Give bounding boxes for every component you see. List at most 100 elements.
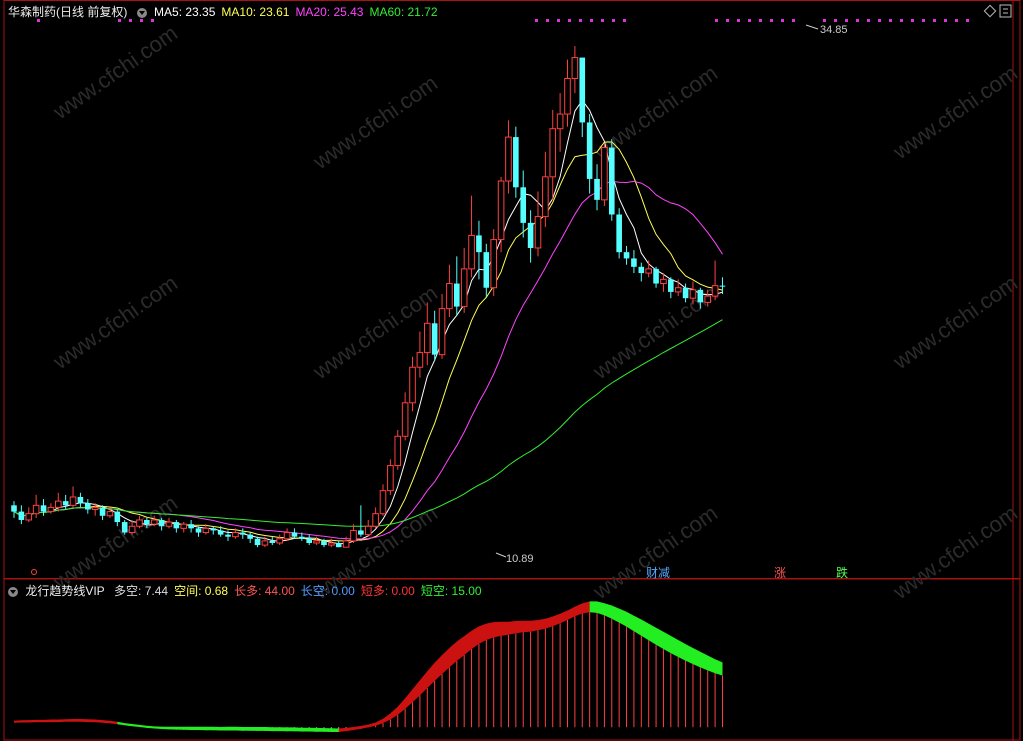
candlestick[interactable] bbox=[180, 522, 188, 533]
candlestick[interactable] bbox=[623, 245, 630, 265]
signal-dot bbox=[911, 19, 914, 22]
candlestick[interactable] bbox=[711, 260, 719, 301]
candlestick[interactable] bbox=[364, 519, 372, 537]
candlestick[interactable] bbox=[99, 505, 106, 520]
candlestick[interactable] bbox=[173, 519, 180, 533]
candlestick[interactable] bbox=[520, 170, 527, 238]
legend-value: 长多: 44.00 bbox=[234, 584, 295, 598]
candlestick[interactable] bbox=[247, 532, 253, 543]
candlestick[interactable] bbox=[483, 243, 490, 299]
candlestick[interactable] bbox=[534, 191, 542, 257]
candlestick[interactable] bbox=[77, 492, 84, 508]
candlestick[interactable] bbox=[269, 536, 276, 546]
legend-value: 空间: 0.68 bbox=[174, 584, 229, 598]
candlestick[interactable] bbox=[32, 494, 40, 518]
candlestick[interactable] bbox=[276, 534, 283, 546]
candlestick[interactable] bbox=[631, 250, 637, 274]
candlestick[interactable] bbox=[549, 109, 557, 200]
signal-dot bbox=[900, 19, 903, 22]
candlestick[interactable] bbox=[372, 507, 379, 529]
watermark-text: www.cfchi.com bbox=[588, 500, 722, 604]
ma-legend: MA5: 23.35 MA10: 23.61 MA20: 25.43 MA60: 21… bbox=[154, 5, 444, 19]
trend-ribbon bbox=[117, 721, 339, 732]
indicator-menu-icon[interactable] bbox=[8, 586, 18, 597]
signal-dot bbox=[878, 19, 881, 22]
candlestick[interactable] bbox=[291, 528, 298, 539]
candlestick[interactable] bbox=[210, 526, 217, 535]
signal-dot bbox=[715, 19, 718, 22]
candlestick[interactable] bbox=[25, 507, 33, 523]
candlestick[interactable] bbox=[476, 220, 482, 280]
candlestick[interactable] bbox=[564, 59, 571, 127]
candlestick[interactable] bbox=[379, 484, 387, 516]
legend-value: 长空: 0.00 bbox=[300, 584, 355, 598]
candlestick[interactable] bbox=[719, 277, 726, 294]
candlestick[interactable] bbox=[454, 256, 460, 315]
candlestick[interactable] bbox=[586, 114, 593, 194]
candlestick[interactable] bbox=[401, 392, 409, 441]
candlestick[interactable] bbox=[335, 540, 342, 548]
candlestick[interactable] bbox=[594, 164, 600, 211]
candlestick[interactable] bbox=[608, 139, 615, 221]
candlestick[interactable] bbox=[616, 208, 622, 259]
candlestick[interactable] bbox=[40, 499, 47, 516]
candlestick[interactable] bbox=[18, 505, 25, 525]
high-price-label: 34.85 bbox=[820, 24, 848, 36]
candlestick[interactable] bbox=[239, 528, 246, 539]
candlestick[interactable] bbox=[490, 229, 497, 297]
candlestick[interactable] bbox=[350, 524, 357, 543]
watermark-text: www.cfchi.com bbox=[48, 270, 182, 374]
menu-dropdown-icon[interactable] bbox=[136, 7, 147, 18]
candlestick[interactable] bbox=[601, 143, 608, 207]
candlestick[interactable] bbox=[121, 519, 128, 535]
trend-ribbon bbox=[14, 719, 118, 725]
signal-dot bbox=[535, 19, 538, 22]
candlestick[interactable] bbox=[69, 486, 77, 508]
candlestick[interactable] bbox=[254, 536, 261, 548]
signal-dot bbox=[623, 19, 626, 22]
candlestick[interactable] bbox=[556, 93, 564, 152]
low-price-label: 10.89 bbox=[506, 553, 534, 565]
signal-dot bbox=[966, 19, 969, 22]
trend-indicator-chart bbox=[14, 601, 723, 732]
scale-toggle-icon[interactable] bbox=[999, 4, 1012, 18]
candlestick[interactable] bbox=[497, 176, 505, 253]
signal-dot bbox=[856, 19, 859, 22]
signal-caijian: 财减 bbox=[646, 564, 670, 581]
candlestick[interactable] bbox=[306, 534, 312, 546]
legend-value: MA5: 23.35 bbox=[154, 5, 216, 19]
candlestick[interactable] bbox=[668, 277, 674, 299]
candlestick[interactable] bbox=[358, 505, 364, 537]
candlestick[interactable] bbox=[409, 356, 416, 412]
candlestick[interactable] bbox=[513, 126, 519, 198]
candlestick[interactable] bbox=[653, 266, 659, 288]
candlestick[interactable] bbox=[446, 264, 453, 318]
candlestick[interactable] bbox=[571, 46, 579, 94]
candlestick[interactable] bbox=[527, 210, 534, 263]
candlestick[interactable] bbox=[188, 519, 194, 533]
signal-zhang-text: 涨 bbox=[774, 566, 787, 580]
candlestick[interactable] bbox=[283, 528, 291, 541]
candlestick[interactable] bbox=[460, 247, 468, 313]
candlestick[interactable] bbox=[431, 310, 438, 361]
candlestick[interactable] bbox=[645, 260, 652, 278]
candlestick[interactable] bbox=[85, 499, 91, 514]
candlestick[interactable] bbox=[579, 57, 586, 138]
candlestick[interactable] bbox=[394, 430, 402, 470]
signal-dot bbox=[834, 19, 837, 22]
settings-diamond-icon[interactable] bbox=[983, 4, 997, 18]
candlestick[interactable] bbox=[438, 294, 446, 359]
candlestick[interactable] bbox=[11, 501, 17, 518]
signal-dot bbox=[601, 19, 604, 22]
candlestick[interactable] bbox=[387, 459, 394, 495]
main-panel-header: 华森制药(日线 前复权) MA5: 23.35 MA10: 23.61 MA20: … bbox=[8, 3, 444, 20]
candlestick[interactable] bbox=[505, 120, 512, 194]
candlestick[interactable] bbox=[638, 262, 645, 282]
candlestick[interactable] bbox=[542, 151, 549, 228]
signal-dot bbox=[792, 19, 795, 22]
legend-value: 多空: 7.44 bbox=[114, 584, 169, 598]
candlestick[interactable] bbox=[468, 195, 475, 278]
candlestick[interactable] bbox=[62, 494, 69, 510]
candlestick[interactable] bbox=[416, 331, 424, 378]
signal-dot bbox=[933, 19, 936, 22]
